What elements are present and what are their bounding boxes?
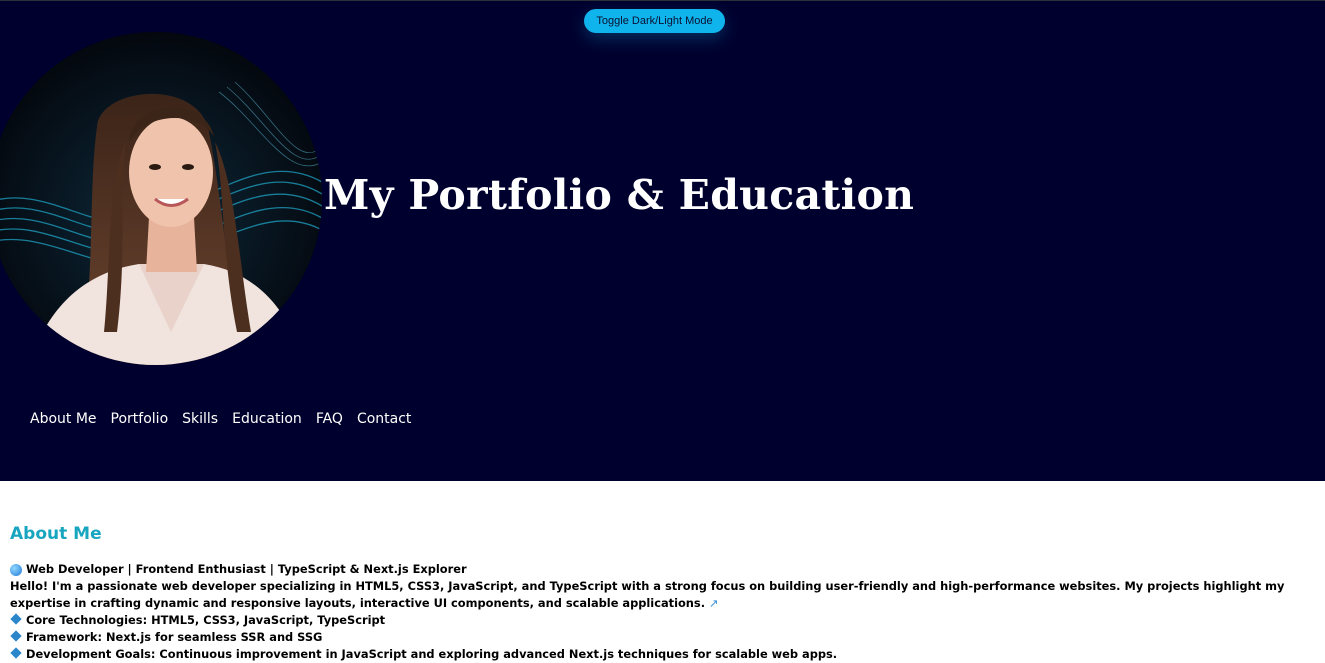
about-tagline: Web Developer | Frontend Enthusiast | Ty… — [10, 561, 1310, 578]
nav-link-contact[interactable]: Contact — [357, 411, 411, 427]
bullet-text: Framework: Next.js for seamless SSR and … — [26, 630, 323, 644]
intro-text: Hello! I'm a passionate web developer sp… — [10, 579, 1285, 610]
page-title: My Portfolio & Education — [324, 171, 915, 219]
bullet-item: Core Technologies: HTML5, CSS3, JavaScri… — [10, 612, 1310, 629]
nav-link-skills[interactable]: Skills — [182, 411, 218, 427]
blue-diamond-icon — [10, 613, 22, 625]
main-nav: About Me Portfolio Skills Education FAQ … — [30, 411, 411, 427]
nav-link-portfolio[interactable]: Portfolio — [111, 411, 169, 427]
about-intro: Hello! I'm a passionate web developer sp… — [10, 578, 1310, 612]
globe-icon — [10, 563, 22, 576]
bullet-item: Framework: Next.js for seamless SSR and … — [10, 629, 1310, 646]
blue-diamond-icon — [10, 630, 22, 642]
bullet-text: Core Technologies: HTML5, CSS3, JavaScri… — [26, 613, 386, 627]
profile-photo — [0, 32, 322, 365]
bullet-text: Development Goals: Continuous improvemen… — [26, 647, 838, 661]
nav-link-about-me[interactable]: About Me — [30, 411, 97, 427]
nav-link-faq[interactable]: FAQ — [316, 411, 343, 427]
tagline-text: Web Developer | Frontend Enthusiast | Ty… — [26, 562, 467, 576]
about-section: About Me Web Developer | Frontend Enthus… — [10, 524, 1310, 663]
nav-link-education[interactable]: Education — [232, 411, 302, 427]
theme-toggle-button[interactable]: Toggle Dark/Light Mode — [584, 9, 725, 33]
blue-diamond-icon — [10, 647, 22, 659]
bullet-item: Development Goals: Continuous improvemen… — [10, 646, 1310, 663]
hero-header: Toggle Dark/Light Mode My Portfolio & Ed… — [0, 0, 1325, 481]
about-heading: About Me — [10, 524, 102, 544]
rocket-icon: ↗ — [709, 596, 719, 610]
